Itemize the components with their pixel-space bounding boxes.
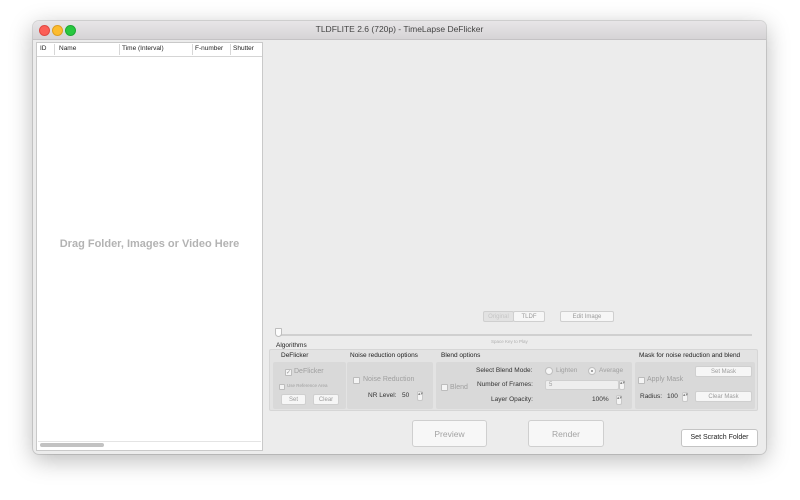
timeline-slider-knob[interactable]: [275, 328, 282, 337]
number-of-frames-stepper[interactable]: ▴▾: [619, 380, 625, 390]
algorithms-label: Algorithms: [276, 342, 307, 349]
render-button[interactable]: Render: [528, 420, 604, 447]
set-scratch-folder-button[interactable]: Set Scratch Folder: [681, 429, 758, 447]
title-bar[interactable]: TLDFLITE 2.6 (720p) - TimeLapse DeFlicke…: [33, 21, 766, 40]
algorithms-panel: DeFlicker ✓ DeFlicker Use Reference Area…: [269, 349, 758, 411]
blend-mode-lighten-label: Lighten: [556, 367, 578, 374]
deflicker-checkbox-label: DeFlicker: [294, 368, 324, 375]
drop-zone-message: Drag Folder, Images or Video Here: [59, 238, 240, 250]
deflicker-clear-button[interactable]: Clear: [313, 394, 339, 405]
deflicker-group-title: DeFlicker: [281, 352, 309, 359]
column-header-name[interactable]: Name: [59, 45, 76, 52]
preview-button[interactable]: Preview: [412, 420, 487, 447]
file-table[interactable]: ID Name Time (Interval) F-number Shutter…: [36, 42, 263, 451]
blend-mode-average-radio[interactable]: [588, 367, 596, 375]
layer-opacity-value[interactable]: 100%: [592, 396, 609, 403]
blend-mode-average-label: Average: [599, 367, 624, 374]
nr-level-label: NR Level:: [368, 392, 397, 399]
use-reference-checkbox[interactable]: [279, 384, 285, 390]
table-header: ID Name Time (Interval) F-number Shutter: [37, 43, 262, 57]
deflicker-set-button[interactable]: Set: [281, 394, 306, 405]
column-header-fnumber[interactable]: F-number: [195, 45, 223, 52]
window-title: TLDFLITE 2.6 (720p) - TimeLapse DeFlicke…: [315, 24, 484, 34]
set-mask-button[interactable]: Set Mask: [695, 366, 752, 377]
number-of-frames-field[interactable]: 5: [545, 380, 619, 390]
clear-mask-button[interactable]: Clear Mask: [695, 391, 752, 402]
play-hint: Space Key to Play: [491, 339, 528, 344]
nr-level-value[interactable]: 50: [402, 392, 409, 399]
nr-level-stepper[interactable]: ▴▾: [417, 391, 423, 401]
apply-mask-checkbox[interactable]: [638, 377, 645, 384]
apply-mask-label: Apply Mask: [647, 376, 684, 383]
radius-label: Radius:: [640, 393, 663, 400]
number-of-frames-label: Number of Frames:: [477, 381, 533, 388]
noise-group-title: Noise reduction options: [350, 352, 418, 359]
horizontal-scrollbar[interactable]: [38, 441, 261, 449]
blend-checkbox-label: Blend: [450, 384, 468, 391]
app-window: TLDFLITE 2.6 (720p) - TimeLapse DeFlicke…: [33, 21, 766, 454]
use-reference-label: Use Reference Area: [287, 383, 328, 388]
blend-checkbox[interactable]: [441, 384, 448, 391]
blend-group: Blend Select Blend Mode: Lighten Average…: [436, 362, 632, 409]
column-header-id[interactable]: ID: [40, 45, 47, 52]
noise-reduction-checkbox[interactable]: [353, 377, 360, 384]
column-header-shutter[interactable]: Shutter: [233, 45, 254, 52]
layer-opacity-stepper[interactable]: ▴▾: [616, 395, 622, 405]
mask-group: Apply Mask Set Mask Radius: 100 ▴▾ Clear…: [635, 362, 755, 409]
edit-image-button[interactable]: Edit Image: [560, 311, 614, 322]
view-tldf-segment[interactable]: TLDF: [513, 311, 545, 322]
blend-mode-label: Select Blend Mode:: [476, 367, 533, 374]
layer-opacity-label: Layer Opacity:: [491, 396, 533, 403]
blend-mode-lighten-radio[interactable]: [545, 367, 553, 375]
scrollbar-thumb[interactable]: [40, 443, 104, 447]
blend-group-title: Blend options: [441, 352, 481, 359]
column-header-time[interactable]: Time (Interval): [122, 45, 164, 52]
deflicker-group: ✓ DeFlicker Use Reference Area Set Clear: [273, 362, 346, 409]
mask-group-title: Mask for noise reduction and blend: [639, 352, 741, 359]
noise-group: Noise Reduction NR Level: 50 ▴▾: [347, 362, 433, 409]
timeline-slider-track[interactable]: [279, 334, 752, 336]
radius-value[interactable]: 100: [667, 393, 678, 400]
noise-reduction-label: Noise Reduction: [363, 376, 415, 383]
view-original-segment[interactable]: Original: [483, 311, 514, 322]
radius-stepper[interactable]: ▴▾: [682, 392, 688, 402]
deflicker-checkbox[interactable]: ✓: [285, 369, 292, 376]
